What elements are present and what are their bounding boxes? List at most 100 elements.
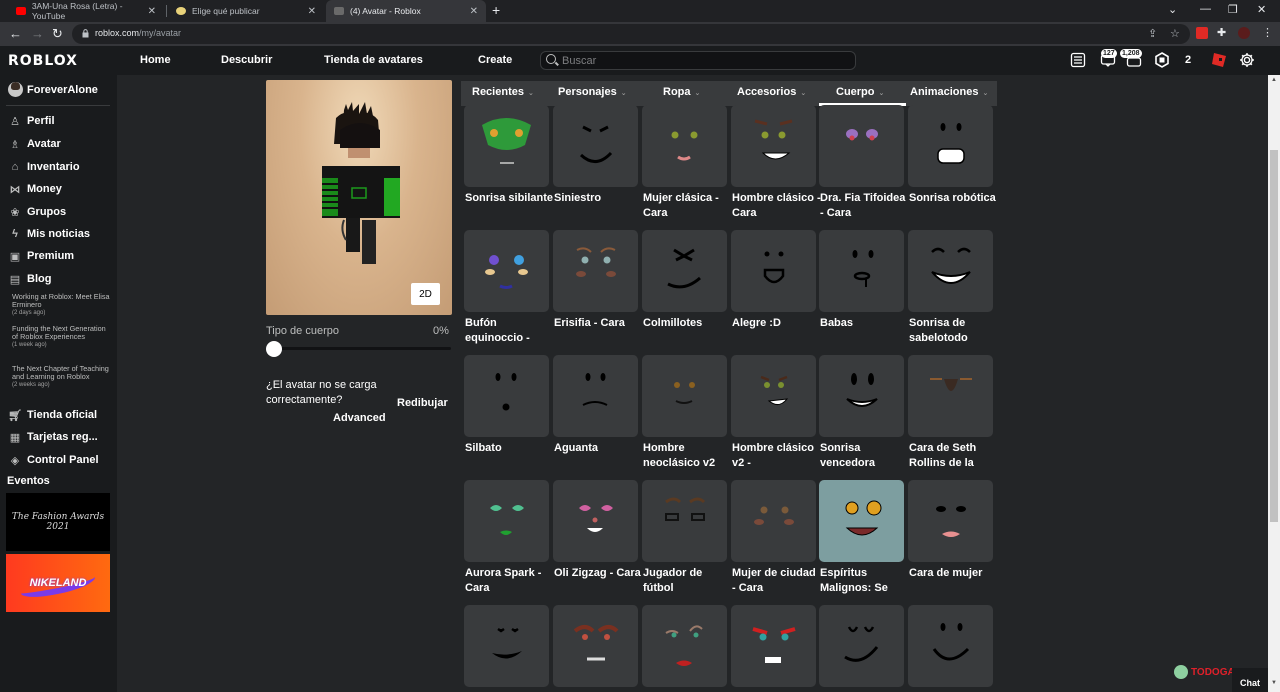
tab-accessories[interactable]: Accesorios ⌄ [737,86,806,98]
item-name[interactable]: Sonrisa de sabelotodo [909,316,999,346]
search-input[interactable] [562,53,842,68]
sidebar-item-money[interactable]: ⋈ Money [8,182,62,196]
item-name[interactable]: Jugador de fútbol [643,566,733,596]
item-thumbnail[interactable] [553,105,638,187]
item-name[interactable]: Hombre clásico - Cara [732,191,822,221]
url-field[interactable]: roblox.com/my/avatar ⇪ ☆ [72,24,1190,44]
forward-icon[interactable]: → [31,26,44,41]
item-thumbnail[interactable] [908,230,993,312]
item-name[interactable]: Hombre clásico v2 - [732,441,822,471]
item-thumbnail[interactable] [731,480,816,562]
item-thumbnail[interactable] [731,230,816,312]
item-name[interactable]: Sonrisa vencedora [820,441,910,471]
toggle-2d-button[interactable]: 2D [411,283,440,305]
item-name[interactable]: Cara de mujer [909,566,999,581]
avatar-preview[interactable] [266,80,452,315]
item-name[interactable]: Oli Zigzag - Cara [554,566,644,581]
bookmark-star-icon[interactable]: ☆ [1170,27,1180,40]
nav-avatar-shop[interactable]: Tienda de avatares [324,54,423,66]
roblox-studio-icon[interactable] [1211,52,1227,68]
item-name[interactable]: Espíritus Malignos: Se [820,566,910,596]
chat-button[interactable]: Chat [1232,668,1268,692]
sidebar-item-avatar[interactable]: ♗ Avatar [8,137,61,151]
item-thumbnail[interactable] [464,355,549,437]
event-nikeland[interactable]: NIKELAND [6,554,110,612]
item-name[interactable]: Cara de Seth Rollins de la [909,441,999,471]
tab-characters[interactable]: Personajes ⌄ [558,86,627,98]
profile-avatar-icon[interactable] [1238,27,1250,39]
advanced-link[interactable]: Advanced [333,412,386,424]
item-thumbnail[interactable] [819,605,904,687]
item-thumbnail[interactable] [464,480,549,562]
scroll-up-arrow-icon[interactable]: ▲ [1271,77,1277,83]
item-name[interactable]: Sonrisa robótica [909,191,999,206]
item-thumbnail[interactable] [553,230,638,312]
item-thumbnail[interactable] [642,605,727,687]
close-window-button[interactable]: ✕ [1257,3,1266,16]
sidebar-item-profile[interactable]: ♙ Perfil [8,114,54,128]
close-tab-icon[interactable]: ✕ [148,6,156,17]
item-thumbnail[interactable] [464,605,549,687]
item-thumbnail[interactable] [819,480,904,562]
item-thumbnail[interactable] [553,605,638,687]
item-thumbnail[interactable] [642,480,727,562]
roblox-extension-icon[interactable] [1196,27,1208,39]
tab-recent[interactable]: Recientes ⌄ [472,86,534,98]
sidebar-item-inventory[interactable]: ⌂ Inventario [8,160,80,174]
item-name[interactable]: Sonrisa sibilante [465,191,555,206]
scroll-down-arrow-icon[interactable]: ▼ [1271,680,1277,686]
sidebar-item-official-store[interactable]: 🛒︎ Tienda oficial [8,408,97,422]
tab-body[interactable]: Cuerpo ⌄ [836,86,884,98]
back-icon[interactable]: ← [9,26,22,41]
item-thumbnail[interactable] [642,230,727,312]
share-icon[interactable]: ⇪ [1148,27,1157,40]
sidebar-item-blog[interactable]: ▤ Blog [8,272,52,286]
item-thumbnail[interactable] [464,230,549,312]
item-name[interactable]: Alegre :D [732,316,822,331]
blog-post[interactable]: Funding the Next Generation of Roblox Ex… [12,325,112,349]
item-thumbnail[interactable] [731,605,816,687]
nav-home[interactable]: Home [140,54,171,66]
menu-list-icon[interactable] [1070,52,1086,68]
item-name[interactable]: Aurora Spark - Cara [465,566,555,596]
sidebar-item-control-panel[interactable]: ◈ Control Panel [8,453,99,467]
item-thumbnail[interactable] [642,105,727,187]
browser-tab-roblox[interactable]: (4) Avatar - Roblox ✕ [326,0,486,22]
item-thumbnail[interactable] [731,105,816,187]
reload-icon[interactable]: ↻ [52,26,63,42]
roblox-logo[interactable]: ROBLOX [8,53,78,69]
page-scrollbar[interactable]: ▲ ▼ [1268,75,1280,692]
item-name[interactable]: Mujer clásica - Cara [643,191,733,221]
nav-create[interactable]: Create [478,54,512,66]
redraw-button[interactable]: Redibujar [397,397,448,409]
tab-clothing[interactable]: Ropa ⌄ [663,86,700,98]
item-thumbnail[interactable] [819,105,904,187]
event-fashion-awards[interactable]: The Fashion Awards 2021 [6,493,110,551]
sidebar-item-premium[interactable]: ▣ Premium [8,249,74,263]
search-box[interactable] [540,51,856,70]
item-thumbnail[interactable] [908,105,993,187]
settings-gear-icon[interactable] [1239,52,1255,68]
item-thumbnail[interactable] [908,605,993,687]
blog-post[interactable]: The Next Chapter of Teaching and Learnin… [12,365,112,389]
item-thumbnail[interactable] [908,355,993,437]
body-type-slider-track[interactable] [270,347,451,350]
item-name[interactable]: Siniestro [554,191,644,206]
item-name[interactable]: Dra. Fia Tifoidea - Cara [820,191,910,221]
close-tab-icon[interactable]: ✕ [470,6,478,17]
item-name[interactable]: Erisifia - Cara [554,316,644,331]
item-thumbnail[interactable] [553,480,638,562]
sidebar-item-gift-cards[interactable]: ▦ Tarjetas reg... [8,430,98,444]
item-thumbnail[interactable] [642,355,727,437]
tab-animations[interactable]: Animaciones ⌄ [910,86,988,98]
item-name[interactable]: Bufón equinoccio - [465,316,555,346]
blog-post[interactable]: Working at Roblox: Meet Elisa Erminero (2… [12,293,112,317]
item-thumbnail[interactable] [731,355,816,437]
close-tab-icon[interactable]: ✕ [308,6,316,17]
item-name[interactable]: Mujer de ciudad - Cara [732,566,822,596]
item-name[interactable]: Hombre neoclásico v2 [643,441,733,471]
browser-tab-youtube[interactable]: 3AM-Una Rosa (Letra) - YouTube ✕ [8,0,164,22]
sidebar-item-news[interactable]: ϟ Mis noticias [8,227,90,241]
item-thumbnail[interactable] [553,355,638,437]
item-name[interactable]: Babas [820,316,910,331]
